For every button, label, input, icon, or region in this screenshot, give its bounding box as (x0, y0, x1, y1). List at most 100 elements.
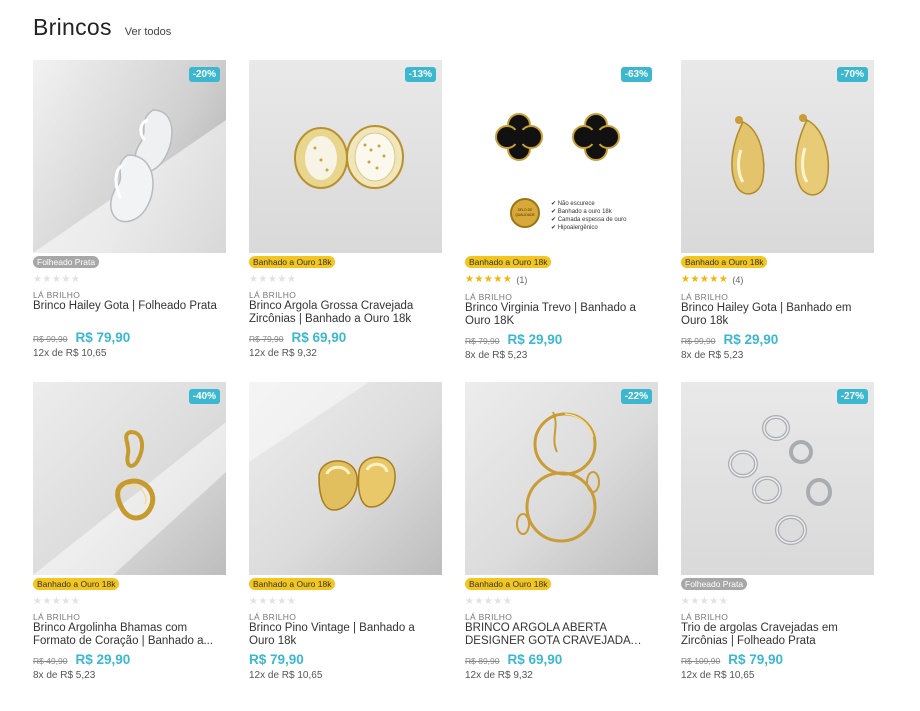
material-badge: Folheado Prata (681, 578, 748, 590)
current-price: R$ 69,90 (291, 330, 347, 345)
current-price: R$ 79,90 (249, 652, 304, 667)
installments: 12x de R$ 9,32 (249, 348, 317, 359)
product-name[interactable]: Brinco Hailey Gota | Folheado Prata (33, 300, 226, 313)
product-image[interactable]: -22% (465, 382, 658, 575)
price-row: R$ 79,90 (249, 652, 304, 667)
product-card[interactable]: -70% Banhado a Ouro 18k ★★★★★ (4) LÁ BRI… (681, 60, 874, 382)
star-icon: ★★★★★ (33, 274, 81, 285)
installments: 12x de R$ 10,65 (681, 670, 755, 681)
heart-hoop-earring-illustration (33, 422, 226, 575)
brand-label: LÁ BRILHO (33, 290, 81, 300)
installments: 8x de R$ 5,23 (33, 670, 96, 681)
product-card[interactable]: -13% Banhado a Ouro 18k ★★★★★ LÁ BRILHO … (249, 60, 442, 382)
discount-badge: -27% (836, 389, 868, 404)
product-name[interactable]: Brinco Virginia Trevo | Banhado a Ouro 1… (465, 302, 658, 328)
installments: 8x de R$ 5,23 (465, 350, 528, 361)
product-image[interactable]: -27% (681, 382, 874, 575)
open-hoop-drop-earring-illustration (516, 411, 600, 543)
discount-badge: -13% (404, 67, 436, 82)
product-card[interactable]: SELO DE QUALIDADE ✔ Não escurece ✔ Banha… (465, 60, 658, 382)
rating-stars: ★★★★★ (33, 596, 80, 607)
material-badge: Folheado Prata (33, 256, 100, 268)
discount-badge: -63% (620, 67, 652, 82)
product-card[interactable]: -27% Folheado Prata ★★★★★ LÁ BRILHO Trio… (681, 382, 874, 704)
current-price: R$ 29,90 (75, 652, 131, 667)
current-price: R$ 69,90 (507, 652, 563, 667)
price-row: R$ 89,90 R$ 69,90 (465, 652, 562, 667)
star-icon: ★★★★★ (249, 274, 297, 285)
current-price: R$ 79,90 (728, 652, 784, 667)
rating-stars: ★★★★★ (33, 274, 80, 285)
price-row: R$ 109,90 R$ 79,90 (681, 652, 783, 667)
product-grid: -20% Folheado Prata ★★★★★ LÁ BRILHO Brin… (33, 60, 875, 704)
section-header: Brincos Ver todos (33, 14, 171, 41)
star-icon: ★★★★★ (465, 274, 513, 285)
product-name[interactable]: Brinco Hailey Gota | Banhado em Ouro 18k (681, 302, 874, 328)
vintage-gold-earring-illustration (249, 382, 396, 511)
brand-label: LÁ BRILHO (249, 290, 297, 300)
installments: 12x de R$ 9,32 (465, 670, 533, 681)
product-image[interactable]: -20% (33, 60, 226, 253)
rating-stars: ★★★★★ (249, 596, 296, 607)
star-icon: ★★★★★ (465, 596, 513, 607)
product-name[interactable]: Brinco Argola Grossa Cravejada Zircônias… (249, 300, 442, 326)
section-title: Brincos (33, 14, 112, 40)
gold-hoop-zirconia-earring-illustration (294, 125, 404, 189)
product-image[interactable]: SELO DE QUALIDADE ✔ Não escurece ✔ Banha… (465, 60, 658, 253)
current-price: R$ 29,90 (723, 332, 779, 347)
svg-text:SELO DE: SELO DE (518, 208, 533, 212)
old-price: R$ 79,90 (249, 334, 284, 344)
material-badge: Banhado a Ouro 18k (465, 256, 552, 268)
old-price: R$ 49,90 (33, 656, 68, 666)
product-name[interactable]: BRINCO ARGOLA ABERTA DESIGNER GOTA CRAVE… (465, 622, 658, 648)
product-image[interactable]: -40% (33, 382, 226, 575)
svg-text:✔ Banhado a ouro 18k: ✔ Banhado a ouro 18k (551, 209, 613, 215)
rating-stars: ★★★★★ (465, 596, 512, 607)
brand-label: LÁ BRILHO (681, 292, 729, 302)
product-card[interactable]: -22% Banhado a Ouro 18k ★★★★★ LÁ BRILHO … (465, 382, 658, 704)
material-badge: Banhado a Ouro 18k (681, 256, 768, 268)
installments: 12x de R$ 10,65 (249, 670, 323, 681)
svg-text:✔ Camada espessa de ouro: ✔ Camada espessa de ouro (551, 217, 627, 223)
old-price: R$ 109,90 (681, 656, 721, 666)
price-row: R$ 79,90 R$ 29,90 (465, 332, 562, 347)
discount-badge: -20% (188, 67, 220, 82)
product-card[interactable]: Banhado a Ouro 18k ★★★★★ LÁ BRILHO Brinc… (249, 382, 442, 704)
product-image[interactable]: -13% (249, 60, 442, 253)
installments: 8x de R$ 5,23 (681, 350, 744, 361)
black-clover-earring-illustration: SELO DE QUALIDADE ✔ Não escurece ✔ Banha… (495, 113, 627, 231)
star-icon: ★★★★★ (681, 596, 729, 607)
rating-stars: ★★★★★ (681, 596, 728, 607)
discount-badge: -40% (188, 389, 220, 404)
brand-label: LÁ BRILHO (681, 612, 729, 622)
old-price: R$ 99,90 (33, 334, 68, 344)
price-row: R$ 79,90 R$ 69,90 (249, 330, 346, 345)
material-badge: Banhado a Ouro 18k (249, 256, 336, 268)
discount-badge: -22% (620, 389, 652, 404)
product-image[interactable] (249, 382, 442, 575)
old-price: R$ 79,90 (465, 336, 500, 346)
old-price: R$ 99,90 (681, 336, 716, 346)
brand-label: LÁ BRILHO (465, 292, 513, 302)
product-card[interactable]: -20% Folheado Prata ★★★★★ LÁ BRILHO Brin… (33, 60, 226, 382)
current-price: R$ 79,90 (75, 330, 131, 345)
material-badge: Banhado a Ouro 18k (33, 578, 120, 590)
brand-label: LÁ BRILHO (33, 612, 81, 622)
silver-teardrop-earring-illustration (33, 109, 226, 253)
price-row: R$ 49,90 R$ 29,90 (33, 652, 130, 667)
material-badge: Banhado a Ouro 18k (465, 578, 552, 590)
svg-text:QUALIDADE: QUALIDADE (515, 213, 535, 217)
svg-text:✔ Não escurece: ✔ Não escurece (551, 201, 595, 207)
old-price: R$ 89,90 (465, 656, 500, 666)
view-all-link[interactable]: Ver todos (125, 26, 171, 38)
silver-hoop-trio-illustration (728, 415, 832, 545)
product-name[interactable]: Brinco Pino Vintage | Banhado a Ouro 18k (249, 622, 442, 648)
product-name[interactable]: Brinco Argolinha Bhamas com Formato de C… (33, 622, 226, 648)
product-name[interactable]: Trio de argolas Cravejadas em Zircônias … (681, 622, 874, 648)
price-row: R$ 99,90 R$ 29,90 (681, 332, 778, 347)
product-card[interactable]: -40% Banhado a Ouro 18k ★★★★★ LÁ BRILHO … (33, 382, 226, 704)
current-price: R$ 29,90 (507, 332, 563, 347)
product-image[interactable]: -70% (681, 60, 874, 253)
svg-text:✔ Hipoalergênico: ✔ Hipoalergênico (551, 225, 598, 231)
material-badge: Banhado a Ouro 18k (249, 578, 336, 590)
